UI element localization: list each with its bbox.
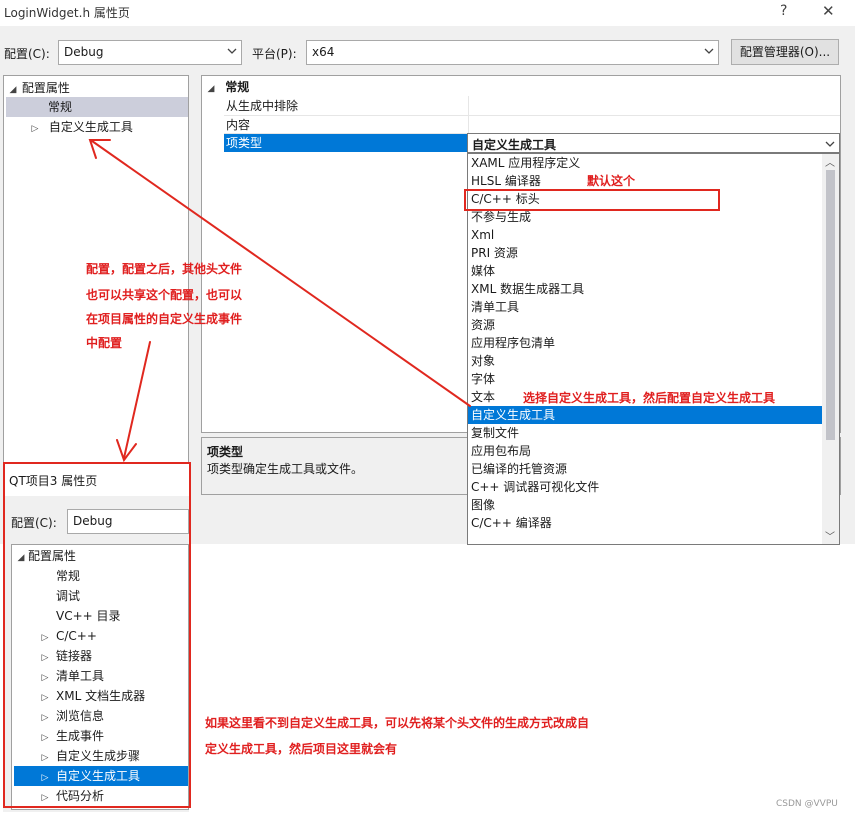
annotation-arrows [88, 139, 471, 463]
arrow-line [123, 341, 151, 459]
arrow-line [91, 140, 471, 407]
